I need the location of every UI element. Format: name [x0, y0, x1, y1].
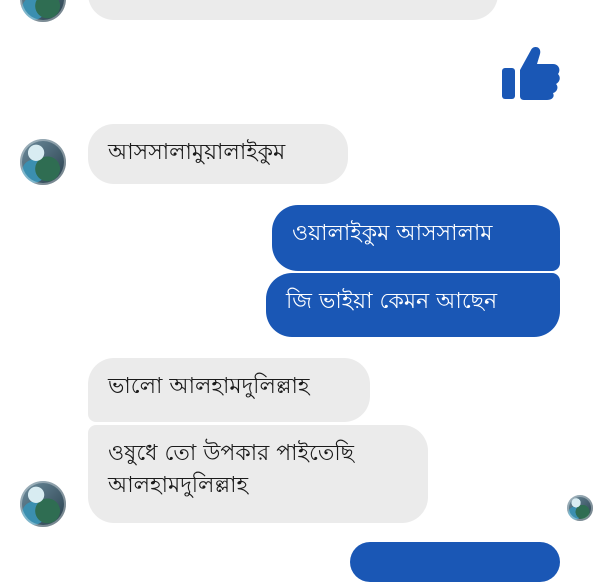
message-bubble-incoming: ভালো আলহামদুলিল্লাহ: [88, 358, 370, 422]
message-bubble-outgoing: জি ভাইয়া কেমন আছেন: [266, 273, 560, 337]
message-bubble-outgoing-partial: [350, 542, 560, 582]
message-line: আলহামদুলিল্লাহ: [108, 473, 249, 498]
message-bubble-incoming-partial: [88, 0, 498, 20]
message-bubble-incoming: ওষুধে তো উপকার পাইতেছি আলহামদুলিল্লাহ: [88, 425, 428, 523]
contact-avatar[interactable]: [20, 481, 66, 527]
seen-receipt-avatar: [567, 495, 593, 521]
message-bubble-outgoing: ওয়ালাইকুম আসসালাম: [272, 205, 560, 271]
message-bubble-incoming: আসসালামুয়ালাইকুম: [88, 124, 348, 184]
contact-avatar[interactable]: [20, 0, 66, 22]
thumbs-up-icon: [502, 46, 560, 100]
contact-avatar[interactable]: [20, 139, 66, 185]
message-line: ওষুধে তো উপকার পাইতেছি: [108, 441, 354, 466]
